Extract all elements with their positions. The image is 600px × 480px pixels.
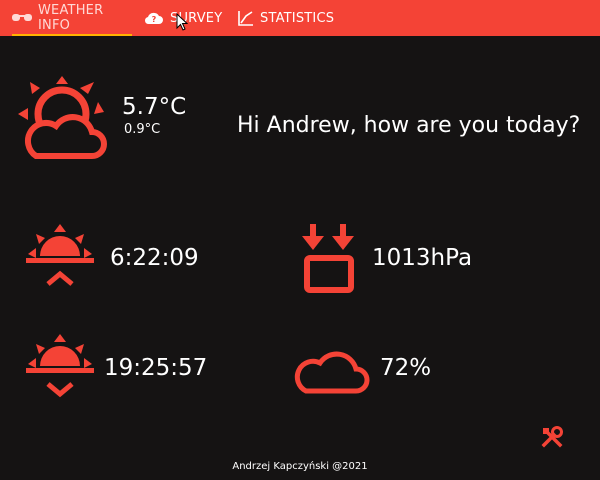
chart-line-icon [238, 10, 254, 26]
sunset-time: 19:25:57 [104, 355, 208, 381]
tab-label: WEATHER INFO [38, 3, 104, 33]
glasses-icon [12, 12, 32, 24]
sunrise-time: 6:22:09 [110, 245, 199, 271]
partly-cloudy-sun-icon [18, 74, 110, 162]
feels-like-temperature: 0.9°C [124, 122, 161, 137]
greeting-text: Hi Andrew, how are you today? [237, 113, 581, 138]
humidity-value: 72% [380, 355, 432, 381]
tools-icon[interactable] [540, 425, 564, 449]
cloud-question-icon: ? [144, 11, 164, 25]
footer-credit: Andrzej Kapczyński @2021 [232, 461, 368, 472]
svg-text:?: ? [152, 15, 157, 24]
tab-statistics[interactable]: STATISTICS [238, 0, 334, 36]
tab-weather-info[interactable]: WEATHER INFO [12, 0, 132, 36]
pressure-value: 1013hPa [372, 245, 473, 271]
current-temperature: 5.7°C [122, 94, 187, 120]
tab-label: STATISTICS [260, 10, 335, 26]
pressure-icon [300, 224, 356, 294]
tab-bar: WEATHER INFO ? SURVEY STATISTICS [0, 0, 600, 36]
sunset-icon [26, 334, 94, 400]
sunrise-icon [26, 224, 94, 290]
cloud-icon [292, 345, 370, 395]
mouse-cursor [176, 12, 189, 35]
